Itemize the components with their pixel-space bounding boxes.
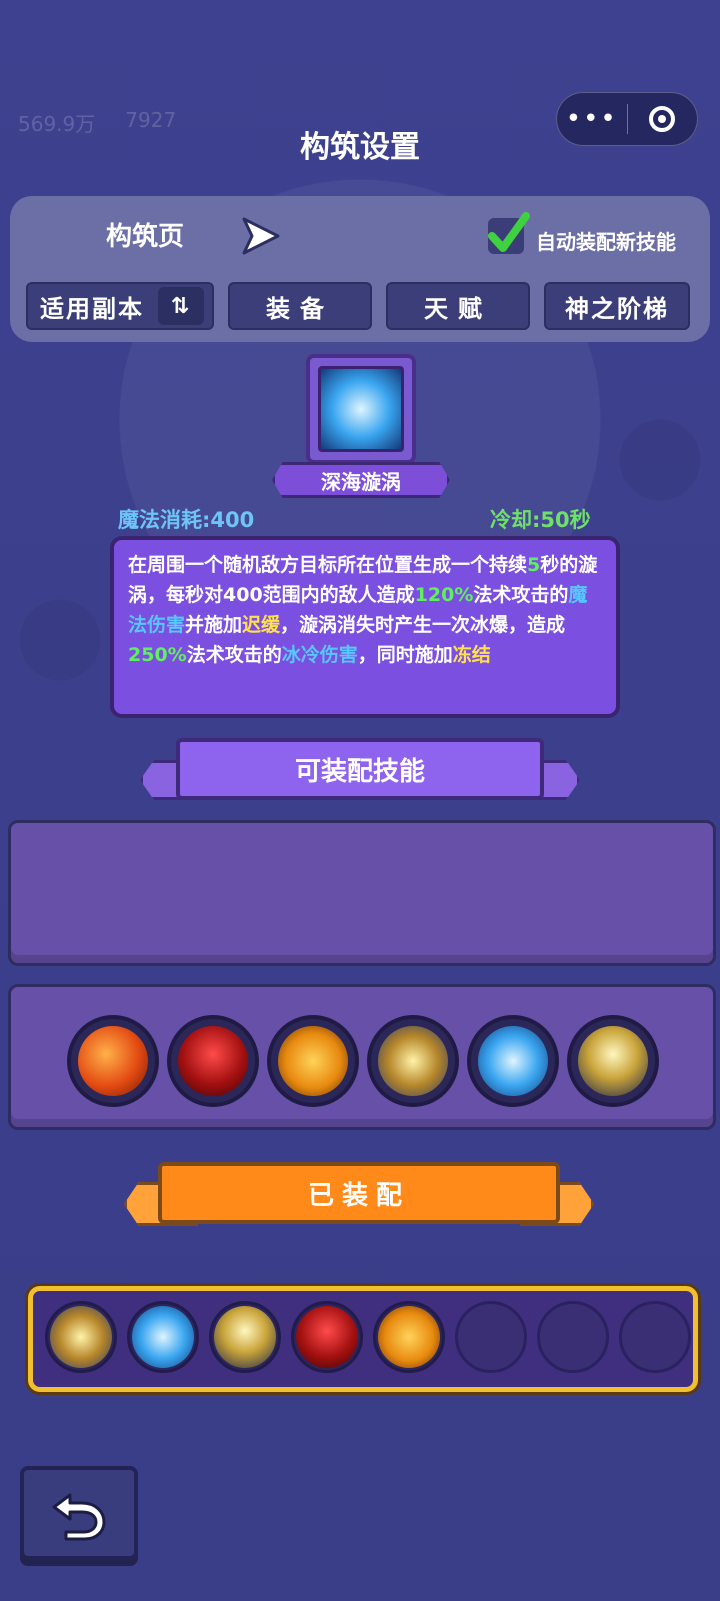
- equipped-slot[interactable]: [373, 1301, 445, 1373]
- desc-percent: 250%: [128, 644, 187, 666]
- equipped-slot[interactable]: [209, 1301, 281, 1373]
- desc-text: 并施加: [185, 614, 243, 636]
- undo-icon: [52, 1493, 106, 1541]
- available-skills-empty-area: [8, 820, 716, 966]
- mana-cost: 魔法消耗:400: [118, 508, 255, 532]
- empty-slot[interactable]: [619, 1301, 691, 1373]
- storm-golem-icon: [378, 1026, 448, 1096]
- desc-duration: 5: [527, 554, 541, 576]
- desc-text: 法术攻击的: [473, 584, 569, 606]
- back-button[interactable]: [20, 1466, 138, 1560]
- available-skills-banner: 可装配技能: [140, 738, 580, 806]
- checkmark-icon: [488, 212, 530, 252]
- ice-vortex-icon: [132, 1306, 194, 1368]
- tab-dungeon[interactable]: 适用副本 ⇅: [26, 282, 214, 330]
- available-skills-title: 可装配技能: [176, 738, 544, 800]
- auto-equip-checkbox[interactable]: [488, 212, 530, 254]
- desc-status: 冻结: [452, 644, 491, 666]
- arrow-right-icon: [242, 217, 280, 255]
- selected-skill-frame: [306, 354, 416, 464]
- gold-burst-icon: [278, 1026, 348, 1096]
- desc-text: 法术攻击的: [186, 644, 282, 666]
- skill-slot[interactable]: [467, 1015, 559, 1107]
- equipped-slot[interactable]: [127, 1301, 199, 1373]
- cooldown: 冷却:50秒: [490, 508, 591, 532]
- auto-equip-label: 自动装配新技能: [536, 230, 676, 254]
- equipped-title: 已装配: [158, 1162, 560, 1224]
- fire-orb-icon: [78, 1026, 148, 1096]
- equipped-skills-bar: [28, 1286, 698, 1392]
- ice-vortex-icon: [478, 1026, 548, 1096]
- available-skills-list: [8, 984, 716, 1130]
- desc-status: 迟缓: [242, 614, 281, 636]
- skill-slot[interactable]: [267, 1015, 359, 1107]
- skill-slot[interactable]: [567, 1015, 659, 1107]
- build-page-next-button[interactable]: [238, 216, 282, 256]
- skill-slot[interactable]: [367, 1015, 459, 1107]
- desc-damage-type: 冰冷伤害: [281, 644, 358, 666]
- build-tabs: 适用副本 ⇅ 装备 天赋 神之阶梯: [26, 282, 690, 330]
- equipped-slot[interactable]: [45, 1301, 117, 1373]
- tab-dungeon-label: 适用副本: [40, 294, 144, 323]
- desc-percent: 120%: [414, 584, 474, 606]
- red-mage-icon: [296, 1306, 358, 1368]
- empty-slot[interactable]: [537, 1301, 609, 1373]
- selected-skill-name: 深海漩涡: [272, 462, 450, 498]
- gold-burst-icon: [378, 1306, 440, 1368]
- equipped-slot[interactable]: [291, 1301, 363, 1373]
- desc-text: ，漩涡消失时产生一次冰爆，造成: [280, 614, 566, 636]
- red-mage-icon: [178, 1026, 248, 1096]
- tab-talent[interactable]: 天赋: [386, 282, 530, 330]
- tab-equipment[interactable]: 装备: [228, 282, 372, 330]
- desc-text: 在周围一个随机敌方目标所在位置生成一个持续: [128, 554, 528, 576]
- build-panel: 构筑页 自动装配新技能 适用副本 ⇅ 装备 天赋 神之阶梯: [10, 196, 710, 342]
- tab-god-ladder[interactable]: 神之阶梯: [544, 282, 690, 330]
- holy-staff-icon: [214, 1306, 276, 1368]
- ice-vortex-icon: [318, 366, 404, 452]
- page-title: 构筑设置: [300, 130, 420, 165]
- skill-slot[interactable]: [167, 1015, 259, 1107]
- storm-golem-icon: [50, 1306, 112, 1368]
- desc-text: ，同时施加: [357, 644, 453, 666]
- swap-icon[interactable]: ⇅: [158, 287, 204, 325]
- holy-staff-icon: [578, 1026, 648, 1096]
- skill-slot[interactable]: [67, 1015, 159, 1107]
- equipped-banner: 已装配: [124, 1162, 594, 1232]
- skill-description: 在周围一个随机敌方目标所在位置生成一个持续5秒的漩涡，每秒对400范围内的敌人造…: [110, 536, 620, 718]
- empty-slot[interactable]: [455, 1301, 527, 1373]
- build-page-label: 构筑页: [106, 222, 185, 252]
